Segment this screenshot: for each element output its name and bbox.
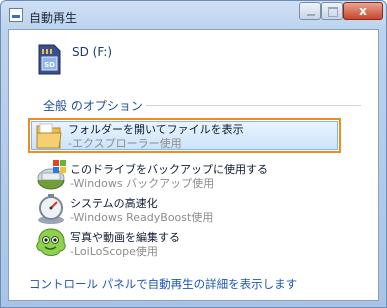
option-backup[interactable]: このドライブをバックアップに使用する -Windows バックアップ使用 xyxy=(30,158,338,193)
minimize-icon xyxy=(307,14,315,16)
option-subtitle: -Windows ReadyBoost使用 xyxy=(70,211,214,224)
option-subtitle: -LoiLoScope使用 xyxy=(70,245,158,258)
control-panel-link[interactable]: コントロール パネルで自動再生の詳細を表示します xyxy=(29,276,297,292)
loiloscope-icon xyxy=(36,228,66,256)
backup-icon xyxy=(37,160,66,190)
title-bar[interactable]: 自動再生 x xyxy=(1,1,386,29)
option-subtitle: -エクスプローラー使用 xyxy=(68,137,182,150)
folder-icon xyxy=(36,123,62,149)
sd-card-icon: SD xyxy=(38,44,61,75)
option-subtitle: -Windows バックアップ使用 xyxy=(70,177,215,190)
maximize-icon xyxy=(328,7,338,17)
minimize-button[interactable] xyxy=(299,2,321,20)
section-divider xyxy=(146,105,361,106)
option-readyboost[interactable]: システムの高速化 -Windows ReadyBoost使用 xyxy=(30,192,338,227)
autoplay-window: 自動再生 x SD SD (F:) 全般 のオプション フォルダーを開いてファイ… xyxy=(0,0,387,308)
close-icon: x xyxy=(359,4,367,18)
close-button[interactable]: x xyxy=(343,2,383,20)
drive-label: SD (F:) xyxy=(72,45,113,59)
autoplay-content: SD SD (F:) 全般 のオプション フォルダーを開いてファイルを表示 -エ… xyxy=(8,29,379,301)
autoplay-app-icon xyxy=(9,8,23,22)
readyboost-icon xyxy=(38,194,64,224)
window-title: 自動再生 xyxy=(29,11,78,25)
svg-text:SD: SD xyxy=(44,61,55,69)
section-title: 全般 のオプション xyxy=(43,99,143,113)
option-loiloscope[interactable]: 写真や動画を編集する -LoiLoScope使用 xyxy=(30,226,338,261)
maximize-button[interactable] xyxy=(321,2,343,20)
option-open-folder[interactable]: フォルダーを開いてファイルを表示 -エクスプローラー使用 xyxy=(28,118,341,153)
